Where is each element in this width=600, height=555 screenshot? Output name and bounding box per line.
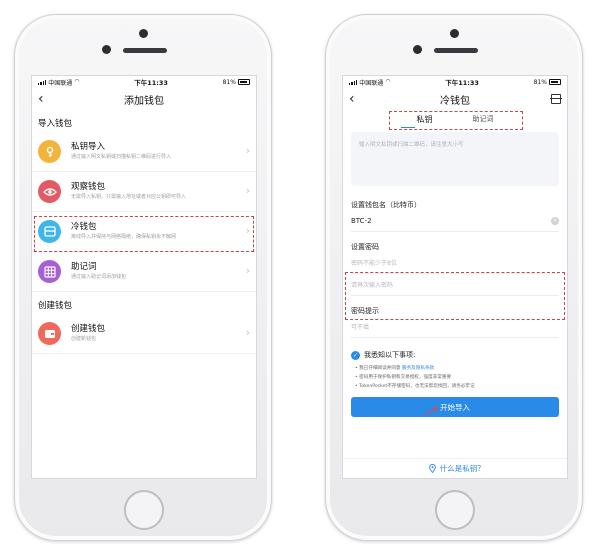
home-button[interactable]	[124, 490, 164, 530]
help-link[interactable]: 什么是私钥?	[440, 463, 481, 474]
screen-add-wallet: 中国联通 ◠ 下午11:33 81% ‹ 添加钱包 导入钱包 私钥导入 通过输入…	[31, 75, 257, 479]
list-item-watch-wallet[interactable]: 观察钱包 无需导入私钥，只需输入地址或者对应公钥即可导入 ›	[32, 172, 256, 212]
wallet-name-value: BTC-2	[351, 216, 372, 225]
item-desc: 通过输入助记词添加钱包	[71, 274, 127, 280]
proximity-sensor	[413, 45, 422, 54]
status-bar: 中国联通 ◠ 下午11:33 81%	[343, 76, 567, 88]
battery-percent: 81%	[533, 78, 547, 86]
earpiece-speaker	[123, 48, 167, 53]
page-title: 添加钱包	[124, 95, 164, 107]
home-button[interactable]	[435, 490, 475, 530]
note-line: • TokenPocket不存储密码，也无法帮您找回，请务必牢记	[343, 382, 567, 391]
password-field[interactable]: 密码不能少于8位	[351, 252, 559, 274]
item-title: 创建钱包	[71, 324, 106, 334]
item-desc: 通过输入明文私钥或扫描私钥二维码进行导入	[71, 154, 172, 160]
start-import-label: 开始导入	[440, 402, 470, 412]
item-title: 助记词	[71, 262, 97, 272]
back-arrow-icon[interactable]: ‹	[38, 92, 44, 106]
wallet-name-field[interactable]: BTC-2 ×	[351, 210, 559, 232]
eye-icon	[38, 180, 61, 203]
phone-frame-right: 中国联通 ◠ 下午11:33 81% ‹ 冷钱包 私钥 助记词 输入明文私钥或扫…	[325, 14, 583, 541]
earpiece-speaker	[434, 48, 478, 53]
start-import-button[interactable]: 开始导入	[351, 397, 559, 417]
nav-bar: ‹ 冷钱包	[343, 88, 567, 110]
highlight-box-tabs	[389, 111, 523, 130]
battery-icon	[238, 79, 250, 85]
status-time: 下午11:33	[134, 79, 168, 87]
note-text: • 密码用于保护私钥和交易授权，强度非常重要	[355, 375, 452, 380]
password-label: 设置密码	[351, 243, 379, 251]
note-text: • 我已仔细阅读并同意	[355, 366, 402, 371]
chevron-right-icon: ›	[245, 264, 250, 277]
item-title: 私钥导入	[71, 142, 106, 152]
chevron-right-icon: ›	[245, 184, 250, 197]
phone-frame-left: 中国联通 ◠ 下午11:33 81% ‹ 添加钱包 导入钱包 私钥导入 通过输入…	[14, 14, 272, 541]
location-pin-icon	[428, 464, 436, 473]
agreement-title: 我悉知以下事项:	[364, 351, 416, 359]
signal-icon	[38, 79, 47, 85]
section-title-create: 创建钱包	[38, 301, 73, 311]
note-text: • TokenPocket不存储密码，也无法帮您找回，请务必牢记	[355, 384, 475, 389]
highlight-box-cold-wallet	[34, 216, 254, 252]
wifi-icon: ◠	[385, 78, 391, 85]
note-line: • 密码用于保护私钥和交易授权，强度非常重要	[343, 373, 567, 382]
private-key-input[interactable]: 输入明文私钥或扫描二维码，请注意大小写	[351, 132, 559, 186]
nav-bar: ‹ 添加钱包	[32, 88, 256, 110]
list-item-create-wallet[interactable]: 创建钱包 创建新钱包 ›	[32, 314, 256, 354]
item-title: 观察钱包	[71, 182, 106, 192]
key-icon	[38, 140, 61, 163]
agreement-row[interactable]: ✓ 我悉知以下事项:	[343, 338, 567, 364]
item-desc: 创建新钱包	[71, 336, 97, 342]
help-link-row[interactable]: 什么是私钥?	[343, 458, 567, 478]
back-arrow-icon[interactable]: ‹	[349, 92, 355, 106]
grid-icon	[38, 260, 61, 283]
screen-cold-wallet: 中国联通 ◠ 下午11:33 81% ‹ 冷钱包 私钥 助记词 输入明文私钥或扫…	[342, 75, 568, 479]
status-time: 下午11:33	[445, 79, 479, 87]
highlight-box-password	[345, 272, 565, 320]
item-desc: 无需导入私钥，只需输入地址或者对应公钥即可导入	[71, 194, 187, 200]
wallet-icon	[38, 322, 61, 345]
wallet-name-label: 设置钱包名（比特币）	[351, 201, 421, 209]
terms-link[interactable]: 服务及隐私条款	[402, 366, 434, 371]
proximity-sensor	[102, 45, 111, 54]
section-title-import: 导入钱包	[38, 119, 73, 129]
page-title: 冷钱包	[440, 95, 470, 107]
battery-percent: 81%	[222, 78, 236, 86]
carrier-label: 中国联通	[48, 79, 73, 87]
clear-icon[interactable]: ×	[551, 217, 559, 225]
status-bar: 中国联通 ◠ 下午11:33 81%	[32, 76, 256, 88]
list-item-private-key-import[interactable]: 私钥导入 通过输入明文私钥或扫描私钥二维码进行导入 ›	[32, 132, 256, 172]
front-camera	[450, 29, 459, 38]
chevron-right-icon: ›	[245, 144, 250, 157]
front-camera	[139, 29, 148, 38]
signal-icon	[349, 79, 358, 85]
check-icon[interactable]: ✓	[351, 350, 360, 360]
battery-icon	[549, 79, 561, 85]
list-item-mnemonic[interactable]: 助记词 通过输入助记词添加钱包 ›	[32, 252, 256, 292]
scan-icon[interactable]	[550, 94, 562, 104]
note-line: • 我已仔细阅读并同意 服务及隐私条款	[343, 364, 567, 373]
carrier-label: 中国联通	[359, 79, 384, 87]
chevron-right-icon: ›	[245, 326, 250, 339]
wifi-icon: ◠	[74, 78, 80, 85]
pointer-arrow-icon	[424, 406, 439, 416]
